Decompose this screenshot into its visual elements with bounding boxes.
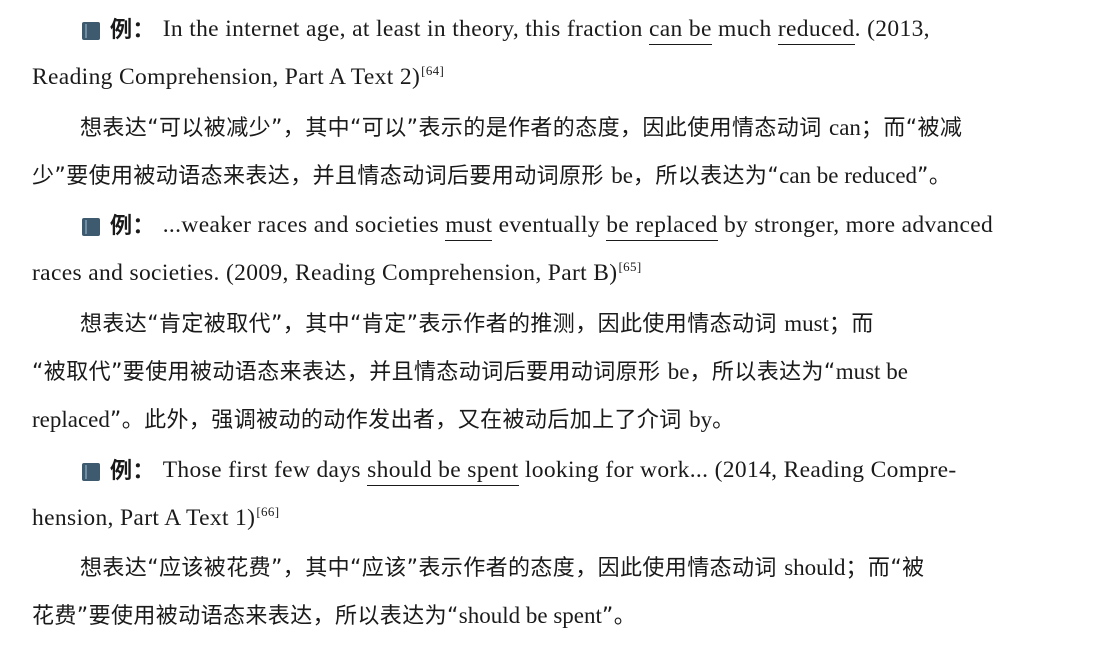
explanation-term: must (784, 311, 829, 336)
book-icon (82, 21, 100, 40)
example-2-head: 例： (80, 212, 155, 242)
book-icon (82, 217, 100, 236)
example-1-explanation-line-2: 少”要使用被动语态来表达，并且情态动词后要用动词原形 be，所以表达为“can … (0, 161, 1120, 192)
footnote-ref: [66] (256, 504, 280, 519)
sentence-text: by stronger, more advanced (717, 212, 994, 238)
underlined-verb: be replaced (606, 212, 718, 241)
explanation-term: can be reduced (779, 163, 918, 188)
footnote-ref: [64] (421, 63, 445, 78)
sentence-text: . (2013, (854, 16, 930, 42)
sentence-text: ...weaker races and societies (162, 212, 446, 238)
example-3-head: 例： (80, 457, 155, 487)
sentence-text: eventually (492, 212, 607, 238)
example-3-explanation-line-1: 想表达“应该被花费”，其中“应该”表示作者的态度，因此使用情态动词 should… (0, 553, 1120, 584)
example-2-sentence-line-2: races and societies. (2009, Reading Comp… (0, 258, 1120, 288)
example-3-sentence-line-2: hension, Part A Text 1)[66] (0, 503, 1120, 533)
explanation-text: “被取代”要使用被动语态来表达，并且情态动词后要用动词原形 (32, 360, 668, 385)
explanation-text: 想表达“肯定被取代”，其中“肯定”表示作者的推测，因此使用情态动词 (80, 312, 785, 337)
explanation-text: 少”要使用被动语态来表达，并且情态动词后要用动词原形 (32, 164, 612, 189)
explanation-text: ；而“被 (845, 556, 925, 581)
sentence-text: looking for work... (2014, Reading Compr… (518, 457, 957, 483)
underlined-verb-phrase: should be spent (367, 457, 519, 486)
sentence-source: Reading Comprehension, Part A Text 2) (32, 64, 421, 90)
explanation-text: ；而 (828, 312, 874, 337)
explanation-text: ，所以表达为“ (689, 360, 836, 385)
explanation-text: ；而“被减 (860, 116, 963, 141)
example-3-explanation-line-2: 花费”要使用被动语态来表达，所以表达为“should be spent”。 (0, 601, 1120, 632)
example-2-label: 例： (110, 213, 155, 239)
example-2-explanation-line-3: replaced”。此外，强调被动的动作发出者，又在被动后加上了介词 by。 (0, 405, 1120, 436)
explanation-term: replaced (32, 407, 110, 432)
example-1-label: 例： (110, 17, 155, 43)
example-1-head: 例： (80, 16, 155, 46)
explanation-term: by (689, 407, 713, 432)
explanation-term: should be spent (458, 603, 602, 628)
underlined-modal: must (445, 212, 493, 241)
explanation-text: ”。 (917, 164, 952, 189)
underlined-modal: can be (648, 16, 712, 45)
sentence-source: races and societies. (2009, Reading Comp… (32, 260, 618, 286)
example-3-sentence-line-1: 例： Those first few days should be spent … (0, 455, 1120, 487)
explanation-term: should (784, 555, 846, 580)
explanation-term: be (611, 163, 633, 188)
sentence-text: In the internet age, at least in theory,… (162, 16, 649, 42)
footnote-ref: [65] (618, 259, 642, 274)
explanation-text: ”。此外，强调被动的动作发出者，又在被动后加上了介词 (109, 408, 690, 433)
example-3-label: 例： (110, 458, 155, 484)
example-2-explanation-line-1: 想表达“肯定被取代”，其中“肯定”表示作者的推测，因此使用情态动词 must；而 (0, 309, 1120, 340)
explanation-term: be (667, 359, 690, 384)
example-1-explanation-line-1: 想表达“可以被减少”，其中“可以”表示的是作者的态度，因此使用情态动词 can；… (0, 113, 1120, 144)
explanation-text: 想表达“应该被花费”，其中“应该”表示作者的态度，因此使用情态动词 (80, 556, 785, 581)
example-2-explanation-line-2: “被取代”要使用被动语态来表达，并且情态动词后要用动词原形 be，所以表达为“m… (0, 357, 1120, 388)
example-2-sentence-line-1: 例： ...weaker races and societies must ev… (0, 210, 1120, 242)
explanation-term: can (829, 115, 861, 140)
explanation-term: must be (835, 359, 908, 384)
book-icon (82, 462, 100, 481)
explanation-text: ，所以表达为“ (632, 164, 780, 189)
underlined-verb: reduced (777, 16, 855, 45)
explanation-text: 花费”要使用被动语态来表达，所以表达为“ (32, 604, 459, 629)
explanation-text: 。 (712, 408, 735, 433)
example-1-sentence-line-1: 例： In the internet age, at least in theo… (0, 14, 1120, 46)
sentence-source: hension, Part A Text 1) (32, 505, 256, 531)
sentence-text: Those first few days (162, 457, 368, 483)
explanation-text: 想表达“可以被减少”，其中“可以”表示的是作者的态度，因此使用情态动词 (80, 116, 829, 141)
sentence-text: much (711, 16, 778, 42)
example-1-sentence-line-2: Reading Comprehension, Part A Text 2)[64… (0, 62, 1120, 92)
explanation-text: ”。 (601, 604, 637, 629)
